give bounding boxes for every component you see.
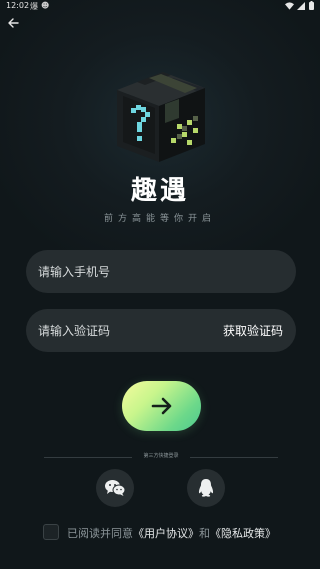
get-code-button[interactable]: 获取验证码: [223, 322, 283, 339]
mystery-box-logo: [107, 66, 213, 166]
agreement-text: 已阅读并同意《用户协议》和《隐私政策》: [67, 525, 276, 541]
code-field[interactable]: 获取验证码: [26, 309, 296, 352]
wechat-icon: [105, 480, 126, 496]
mystery-box-icon: [117, 72, 205, 162]
login-submit-button[interactable]: [122, 381, 201, 431]
battery-icon: [309, 1, 314, 10]
qq-login-button[interactable]: [187, 469, 225, 507]
agreement-checkbox[interactable]: [43, 524, 59, 540]
status-time: 12:02: [6, 1, 30, 10]
divider-line-right: [190, 457, 278, 458]
user-agreement-link[interactable]: 《用户协议》: [133, 527, 199, 540]
signal-icon: [297, 1, 306, 10]
agreement-prefix: 已阅读并同意: [67, 527, 133, 540]
arrow-right-icon: [151, 397, 171, 415]
back-button[interactable]: [4, 14, 22, 32]
third-party-divider: 第三方快捷登录: [44, 451, 278, 463]
status-notification-icon: ☻: [41, 1, 50, 10]
app-title: 趣遇: [130, 176, 189, 206]
agreement-row: 已阅读并同意《用户协议》和《隐私政策》: [43, 523, 293, 541]
agreement-and: 和: [199, 527, 210, 540]
status-icons: [284, 1, 314, 10]
code-input[interactable]: [38, 309, 218, 352]
phone-input[interactable]: [38, 250, 218, 293]
wifi-icon: [284, 1, 294, 10]
privacy-policy-link[interactable]: 《隐私政策》: [210, 527, 276, 540]
phone-field[interactable]: [26, 250, 296, 293]
app-slogan: 前方高能等你开启: [103, 214, 216, 224]
wechat-login-button[interactable]: [96, 469, 134, 507]
status-notification: 爆: [30, 2, 38, 11]
status-bar: 12:02 爆 ☻: [0, 0, 320, 14]
back-arrow-icon: [7, 18, 19, 28]
qq-icon: [198, 479, 214, 497]
